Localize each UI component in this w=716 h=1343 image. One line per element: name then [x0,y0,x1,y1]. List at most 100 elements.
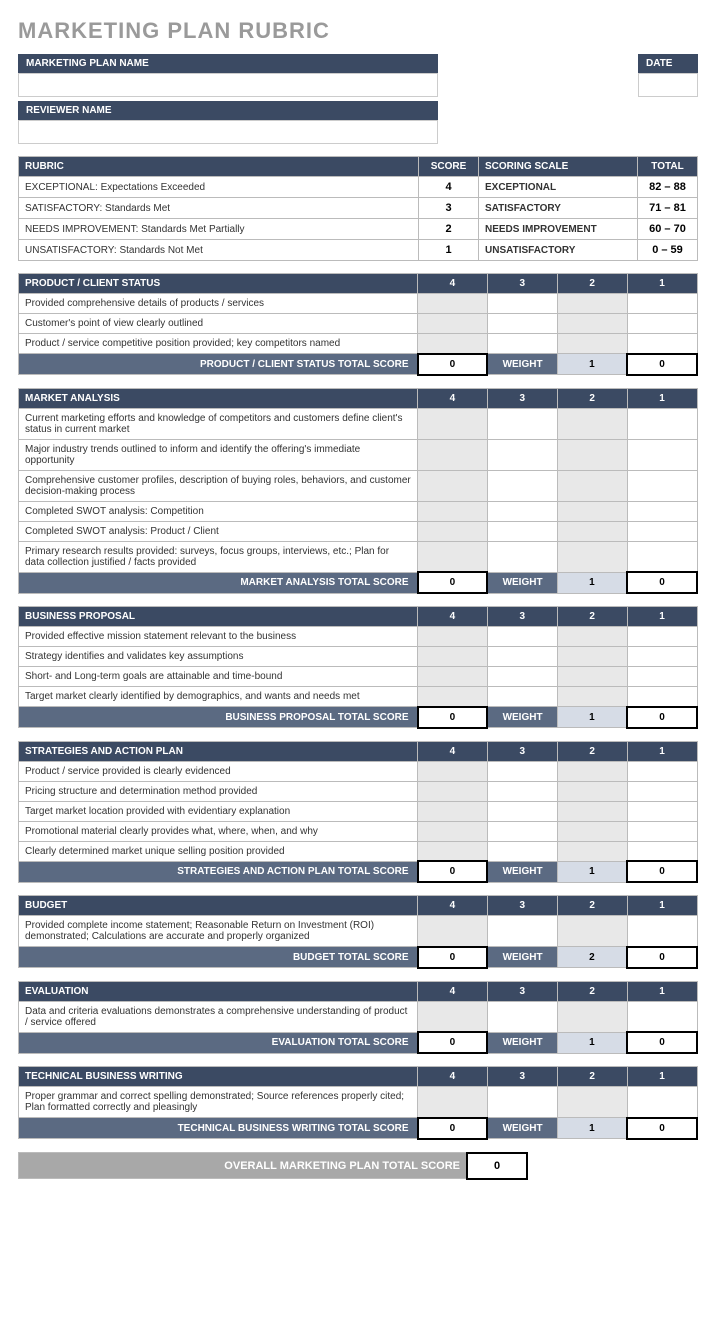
score-cell-4[interactable] [418,841,488,861]
score-cell-1[interactable] [627,1087,697,1118]
score-cell-3[interactable] [487,334,557,354]
score-cell-4[interactable] [418,647,488,667]
score-cell-2[interactable] [557,801,627,821]
section-total-row: BUSINESS PROPOSAL TOTAL SCORE 0 WEIGHT 1… [19,707,698,728]
score-cell-1[interactable] [627,781,697,801]
score-cell-3[interactable] [487,821,557,841]
score-cell-3[interactable] [487,541,557,572]
score-cell-1[interactable] [627,521,697,541]
score-cell-1[interactable] [627,501,697,521]
score-cell-3[interactable] [487,627,557,647]
score-cell-2[interactable] [557,821,627,841]
score-cell-1[interactable] [627,821,697,841]
score-cell-3[interactable] [487,781,557,801]
score-cell-3[interactable] [487,761,557,781]
score-cell-4[interactable] [418,1001,488,1032]
score-cell-3[interactable] [487,408,557,439]
score-cell-1[interactable] [627,439,697,470]
score-cell-4[interactable] [418,1087,488,1118]
score-cell-3[interactable] [487,294,557,314]
section-table: BUDGET4321 Provided complete income stat… [18,895,698,969]
rubric-score: 3 [419,198,479,219]
score-cell-3[interactable] [487,314,557,334]
score-cell-3[interactable] [487,1001,557,1032]
score-cell-4[interactable] [418,334,488,354]
score-cell-3[interactable] [487,647,557,667]
weight-value[interactable]: 1 [557,1032,627,1053]
date-input[interactable] [638,73,698,97]
rubric-scale: EXCEPTIONAL [479,177,638,198]
score-cell-1[interactable] [627,541,697,572]
score-cell-3[interactable] [487,667,557,687]
score-cell-4[interactable] [418,916,488,947]
weight-value[interactable]: 1 [557,354,627,375]
score-cell-2[interactable] [557,541,627,572]
score-cell-2[interactable] [557,841,627,861]
score-cell-1[interactable] [627,687,697,707]
score-cell-2[interactable] [557,647,627,667]
section-total-label: TECHNICAL BUSINESS WRITING TOTAL SCORE [19,1118,418,1139]
score-cell-1[interactable] [627,1001,697,1032]
score-cell-2[interactable] [557,1087,627,1118]
score-cell-4[interactable] [418,439,488,470]
score-cell-4[interactable] [418,408,488,439]
weight-value[interactable]: 1 [557,707,627,728]
score-cell-2[interactable] [557,408,627,439]
score-cell-1[interactable] [627,761,697,781]
hdr-rubric: RUBRIC [19,157,419,177]
score-cell-4[interactable] [418,781,488,801]
score-cell-1[interactable] [627,334,697,354]
score-cell-2[interactable] [557,627,627,647]
score-cell-3[interactable] [487,1087,557,1118]
weight-value[interactable]: 2 [557,947,627,968]
score-cell-3[interactable] [487,501,557,521]
score-cell-1[interactable] [627,408,697,439]
score-cell-4[interactable] [418,294,488,314]
score-cell-2[interactable] [557,314,627,334]
score-cell-4[interactable] [418,801,488,821]
score-cell-1[interactable] [627,647,697,667]
score-cell-2[interactable] [557,501,627,521]
score-cell-4[interactable] [418,687,488,707]
score-cell-3[interactable] [487,470,557,501]
score-cell-1[interactable] [627,294,697,314]
score-cell-2[interactable] [557,667,627,687]
score-cell-4[interactable] [418,541,488,572]
score-cell-4[interactable] [418,470,488,501]
plan-name-input[interactable] [18,73,438,97]
score-cell-2[interactable] [557,781,627,801]
score-cell-1[interactable] [627,667,697,687]
score-cell-3[interactable] [487,439,557,470]
weight-value[interactable]: 1 [557,572,627,593]
score-cell-2[interactable] [557,439,627,470]
score-cell-2[interactable] [557,470,627,501]
score-cell-2[interactable] [557,1001,627,1032]
score-cell-1[interactable] [627,916,697,947]
score-cell-4[interactable] [418,521,488,541]
score-cell-3[interactable] [487,801,557,821]
score-cell-2[interactable] [557,761,627,781]
score-cell-2[interactable] [557,294,627,314]
score-cell-4[interactable] [418,667,488,687]
score-cell-4[interactable] [418,821,488,841]
score-cell-4[interactable] [418,501,488,521]
score-cell-3[interactable] [487,916,557,947]
score-cell-1[interactable] [627,801,697,821]
weight-value[interactable]: 1 [557,861,627,882]
score-cell-1[interactable] [627,470,697,501]
score-cell-4[interactable] [418,627,488,647]
score-cell-1[interactable] [627,314,697,334]
score-cell-1[interactable] [627,841,697,861]
reviewer-input[interactable] [18,120,438,144]
weight-value[interactable]: 1 [557,1118,627,1139]
score-cell-4[interactable] [418,314,488,334]
score-cell-2[interactable] [557,334,627,354]
score-cell-3[interactable] [487,521,557,541]
score-cell-3[interactable] [487,841,557,861]
score-cell-4[interactable] [418,761,488,781]
score-cell-1[interactable] [627,627,697,647]
score-cell-3[interactable] [487,687,557,707]
score-cell-2[interactable] [557,687,627,707]
score-cell-2[interactable] [557,521,627,541]
score-cell-2[interactable] [557,916,627,947]
